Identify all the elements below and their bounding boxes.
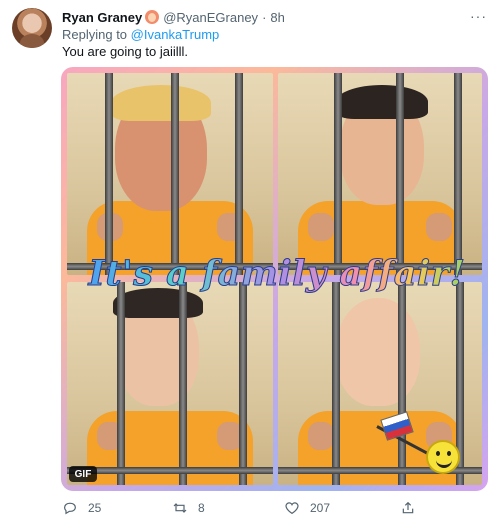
tweet-time[interactable]: 8h bbox=[270, 10, 284, 25]
avatar[interactable] bbox=[12, 8, 52, 48]
reply-count: 25 bbox=[88, 501, 102, 515]
reply-icon bbox=[64, 502, 76, 515]
replying-to-line: Replying to @IvankaTrump bbox=[62, 27, 219, 42]
separator-dot: · bbox=[262, 9, 267, 25]
like-count: 207 bbox=[310, 501, 331, 515]
replying-prefix: Replying to bbox=[62, 27, 128, 42]
share-button[interactable] bbox=[400, 500, 426, 516]
gif-badge: GIF bbox=[69, 466, 97, 482]
portrait-face bbox=[336, 85, 428, 205]
share-icon bbox=[402, 501, 414, 514]
author-name[interactable]: Ryan Graney bbox=[62, 10, 142, 25]
tweet-text: You are going to jaiilll. bbox=[62, 44, 188, 59]
like-button[interactable]: 207 bbox=[284, 500, 330, 516]
tweet[interactable]: Ryan Graney @RyanEGraney · 8h ··· Replyi… bbox=[0, 0, 499, 523]
retweet-button[interactable]: 8 bbox=[172, 500, 205, 516]
portrait-face bbox=[111, 85, 211, 211]
heart-icon bbox=[285, 502, 299, 515]
jail-panel-top-right bbox=[278, 73, 482, 275]
jail-panel-top-left bbox=[67, 73, 273, 275]
tweet-actions: 25 8 207 bbox=[62, 500, 488, 518]
tweet-header: Ryan Graney @RyanEGraney · 8h ··· bbox=[62, 8, 487, 26]
reply-button[interactable]: 25 bbox=[62, 500, 101, 516]
face-emoji-icon bbox=[145, 10, 160, 24]
smiley-icon bbox=[426, 440, 460, 474]
portrait-face bbox=[326, 290, 430, 406]
retweet-icon bbox=[173, 503, 187, 513]
gif-media[interactable]: It's a family affair! GIF bbox=[61, 67, 488, 491]
author-handle[interactable]: @RyanEGraney bbox=[163, 10, 258, 25]
more-options-icon[interactable]: ··· bbox=[470, 8, 487, 24]
jail-panel-bottom-left bbox=[67, 282, 273, 485]
gif-banner-text: It's a family affair! bbox=[83, 253, 471, 295]
replying-to-mention[interactable]: @IvankaTrump bbox=[131, 27, 220, 42]
retweet-count: 8 bbox=[198, 501, 205, 515]
